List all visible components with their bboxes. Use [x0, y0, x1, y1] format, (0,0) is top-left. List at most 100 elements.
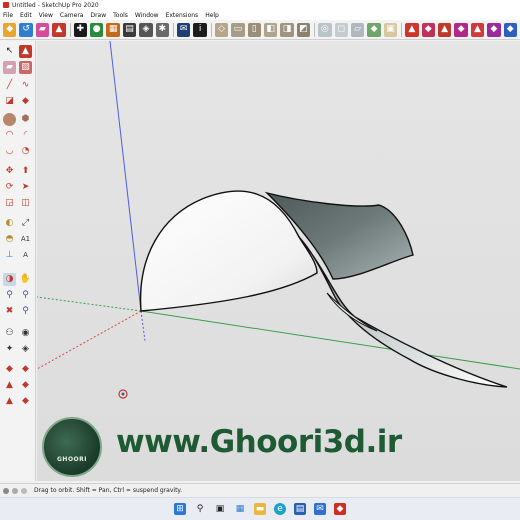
search-icon[interactable]: ⚲	[194, 503, 206, 515]
make-component-icon[interactable]: ▧	[19, 61, 32, 74]
credits-icon[interactable]	[12, 487, 18, 494]
rectangle-icon[interactable]: ◪	[3, 95, 16, 108]
axes-icon[interactable]: ⊥	[3, 249, 16, 262]
menu-help[interactable]: Help	[205, 12, 219, 19]
menu-draw[interactable]: Draw	[90, 12, 106, 19]
model-info-icon[interactable]: ●	[89, 22, 104, 37]
polygon-icon[interactable]: ⬢	[19, 113, 32, 126]
user-icon[interactable]	[21, 487, 27, 494]
styles-icon[interactable]: ◈	[139, 22, 153, 37]
section-cuts-icon[interactable]: ◆	[19, 363, 32, 376]
textured-icon[interactable]: ▣	[383, 22, 398, 37]
iso-view-icon[interactable]: ◇	[214, 22, 229, 37]
add-detail-icon[interactable]: ◆	[487, 22, 501, 37]
hidden-line-icon[interactable]: ▱	[350, 22, 365, 37]
sketchup-window: Untitled - SketchUp Pro 2020 File Edit V…	[0, 0, 520, 520]
mail-icon[interactable]: ✉	[314, 503, 326, 515]
add-location-icon[interactable]: ✚	[73, 22, 87, 37]
move-icon[interactable]: ✥	[3, 165, 16, 178]
follow-me-icon[interactable]: ➤	[19, 181, 32, 194]
sandbox-from-scratch-icon[interactable]: ◆	[421, 22, 435, 37]
select-icon[interactable]: ↺	[19, 22, 33, 37]
freehand-icon[interactable]: ∿	[19, 79, 32, 92]
windows-taskbar: ⊞ ⚲ ▣ ▦ ▬ e ▤ ✉ ◆	[0, 497, 520, 520]
xray-icon[interactable]: ◎	[318, 22, 332, 37]
getting-started-icon[interactable]: ◆	[3, 22, 17, 37]
menu-extensions[interactable]: Extensions	[166, 12, 199, 19]
menu-window[interactable]: Window	[135, 12, 159, 19]
paint-icon[interactable]: ▲	[19, 45, 32, 58]
section-plane-icon[interactable]: ◈	[19, 343, 32, 356]
arc-icon[interactable]: ◠	[3, 129, 16, 142]
extension-icon[interactable]: ◆	[19, 379, 32, 392]
top-view-icon[interactable]: ▭	[231, 22, 245, 37]
drape-icon[interactable]: ▲	[470, 22, 485, 37]
send-icon[interactable]: ✉	[176, 22, 191, 37]
scale-icon[interactable]: ◲	[3, 197, 16, 210]
look-around-icon[interactable]: ◉	[19, 327, 32, 340]
layout-icon[interactable]: ◆	[19, 395, 32, 408]
paint-bucket-icon[interactable]: ▲	[52, 22, 66, 37]
orbit-icon[interactable]: ◑	[3, 273, 16, 286]
watermark-logo-text: GHOORI	[57, 456, 87, 463]
file-explorer-icon[interactable]: ▬	[254, 503, 266, 515]
back-view-icon[interactable]: ◨	[280, 22, 294, 37]
zoom-window-icon[interactable]: ⚲	[19, 289, 32, 302]
menu-tools[interactable]: Tools	[113, 12, 128, 19]
position-camera-icon[interactable]: ⚇	[3, 327, 16, 340]
windows-start-icon[interactable]: ⊞	[174, 503, 186, 515]
dimension-icon[interactable]: ⤢	[19, 217, 32, 230]
rotated-rectangle-icon[interactable]: ◆	[19, 95, 32, 108]
stamp-icon[interactable]: ◆	[454, 22, 468, 37]
settings-icon[interactable]: ✱	[155, 22, 170, 37]
offset-icon[interactable]: ◫	[19, 197, 32, 210]
widgets-icon[interactable]: ▦	[234, 503, 246, 515]
store-icon[interactable]: ▤	[294, 503, 306, 515]
select-icon[interactable]: ↖	[3, 45, 16, 58]
sandbox-from-contours-icon[interactable]: ▲	[405, 22, 419, 37]
two-point-arc-icon[interactable]: ◜	[19, 129, 32, 142]
right-view-icon[interactable]: ◧	[263, 22, 278, 37]
previous-view-icon[interactable]: ⚲	[19, 305, 32, 318]
walk-icon[interactable]: ✦	[3, 343, 16, 356]
shaded-icon[interactable]: ◆	[367, 22, 381, 37]
display-sections-icon[interactable]: ◆	[3, 363, 16, 376]
pan-icon[interactable]: ✋	[19, 273, 32, 286]
left-view-icon[interactable]: ◩	[296, 22, 311, 37]
model-canvas[interactable]	[37, 41, 520, 481]
sandbox-icon[interactable]: ▲	[3, 395, 16, 408]
front-view-icon[interactable]: ▯	[247, 22, 261, 37]
text-icon[interactable]: A1	[19, 233, 32, 246]
model-viewport[interactable]	[37, 41, 520, 481]
edge-icon[interactable]: e	[274, 503, 286, 515]
circle-icon[interactable]	[3, 113, 16, 126]
protractor-icon[interactable]: ◓	[3, 233, 16, 246]
eraser-icon[interactable]: ▰	[3, 61, 16, 74]
wireframe-icon[interactable]: ◻	[334, 22, 348, 37]
line-icon[interactable]: ╱	[3, 79, 16, 92]
sketchup-icon[interactable]: ◆	[334, 503, 346, 515]
warehouse-icon[interactable]: ▲	[3, 379, 16, 392]
eraser-icon[interactable]: ▰	[35, 22, 50, 37]
menu-view[interactable]: View	[39, 12, 53, 19]
rotate-icon[interactable]: ⟳	[3, 181, 16, 194]
components-icon[interactable]: ▦	[106, 22, 120, 37]
menu-edit[interactable]: Edit	[20, 12, 32, 19]
tape-measure-icon[interactable]: ◐	[3, 217, 16, 230]
menu-camera[interactable]: Camera	[60, 12, 84, 19]
green-axis-dotted	[37, 296, 142, 312]
geo-location-icon[interactable]	[3, 487, 9, 494]
flip-edge-icon[interactable]: ◆	[503, 22, 517, 37]
zoom-icon[interactable]: ⚲	[3, 289, 16, 302]
menu-file[interactable]: File	[3, 12, 13, 19]
smoove-icon[interactable]: ▲	[437, 22, 452, 37]
push-pull-icon[interactable]: ⬆	[19, 165, 32, 178]
pie-icon[interactable]: ◔	[19, 145, 32, 158]
3d-text-icon[interactable]: A	[19, 249, 32, 262]
task-view-icon[interactable]: ▣	[214, 503, 226, 515]
materials-icon[interactable]: ▤	[122, 22, 137, 37]
info-icon[interactable]: i	[193, 22, 207, 37]
three-point-arc-icon[interactable]: ◡	[3, 145, 16, 158]
toolbar-divider	[210, 22, 212, 37]
zoom-extents-icon[interactable]: ✖	[3, 305, 16, 318]
